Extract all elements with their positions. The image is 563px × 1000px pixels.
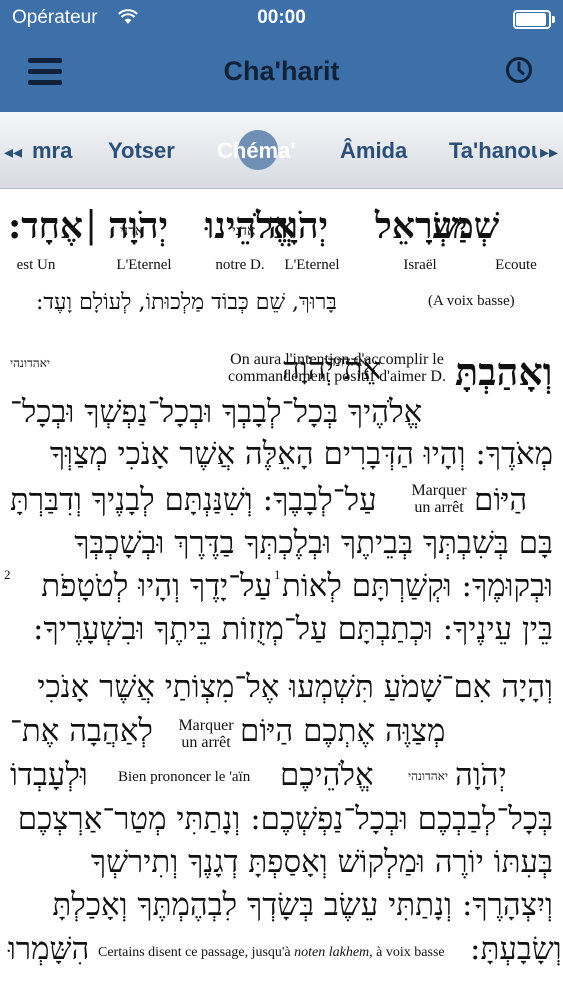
- translation: L'Eternel: [284, 257, 340, 273]
- translation: notre D.: [215, 257, 265, 273]
- divine-name-small: יאהדונהי: [10, 356, 51, 370]
- battery-level: [516, 13, 546, 26]
- ain-note: Bien prononcer le 'aïn: [118, 769, 251, 785]
- translation: L'Eternel: [116, 257, 172, 273]
- footnote-marker: 1: [274, 567, 281, 582]
- hebrew-word: אֶחָד:: [8, 205, 84, 247]
- prayer-text: שְׁמַע יִשְׂרָאֵל יְהֹוָה אדני אֱלֹהֵינו…: [0, 189, 563, 1000]
- tab-yotser[interactable]: Yotser: [108, 138, 175, 164]
- text-line: מְאֹדֶךָ: וְהָיוּ הַדְּבָרִים הָאֵלֶּה א…: [49, 436, 553, 472]
- clock-time: 00:00: [257, 7, 306, 28]
- hebrew-word: אֱלֹהֵינוּ: [205, 205, 297, 247]
- text-line: וּבְקוּמֶךָ: וּקְשַׁרְתָּם לְאוֹת עַל־יָ…: [41, 568, 553, 604]
- status-bar: Opérateur 00:00: [0, 0, 563, 36]
- text-line: וּלְעָבְדוֹ: [10, 757, 88, 793]
- battery-icon: [513, 10, 555, 29]
- text-line: הִשָּׁמְרוּ: [8, 931, 90, 967]
- tab-amida[interactable]: Âmida: [340, 138, 407, 164]
- text-line: וְשָׂבָעְתָּ:: [470, 931, 562, 967]
- text-line: בְּעִתּוֹ יוֹרֶה וּמַלְקוֹשׁ וְאָסַפְתָּ…: [90, 844, 553, 880]
- stop-note: Marquer un arrêt: [178, 717, 234, 751]
- tab-tahanoun[interactable]: Ta'hanoun: [449, 138, 537, 164]
- text-line: הַיּוֹם: [474, 482, 528, 518]
- text-line: בֵּין עֵינֶיךָ: וּכְתַבְתָּם עַל־מְזֻזוֹ…: [33, 611, 553, 647]
- voice-note: Certains disent ce passage, jusqu'à note…: [98, 945, 445, 960]
- translation: est Un: [16, 257, 56, 273]
- footnote-marker: 2: [4, 567, 11, 582]
- tab-amida-prev[interactable]: mra: [32, 138, 72, 164]
- section-tabs: ◂◂ mra Yotser Chéma' Âmida Ta'hanoun ▸▸: [0, 112, 563, 189]
- scroll-right-icon[interactable]: ▸▸: [540, 142, 558, 163]
- divine-name-small: אדני: [120, 223, 144, 239]
- text-line: וְיִצְהָרֶךָ: וְנָתַתִּי עֵשֶׂב בְּשָׂדְ…: [52, 887, 553, 923]
- scroll-left-icon[interactable]: ◂◂: [4, 142, 22, 163]
- text-line: מְצַוֶּה אֶתְכֶם הַיּוֹם: [240, 713, 446, 749]
- baruch-shem-line: בָּרוּךְ, שֵׁם כְּבוֹד מַלְכוּתוֹ, לְעוֹ…: [36, 290, 337, 315]
- text-line: עַל־לְבָבֶךָ: וְשִׁנַּנְתָּם לְבָנֶיךָ ו…: [10, 482, 377, 518]
- hebrew-word: יִשְׂרָאֵל: [375, 205, 468, 247]
- text-line: יְהֹוָה: [455, 757, 507, 793]
- page-title: Cha'harit: [223, 56, 340, 86]
- text-line: לְאַהֲבָה אֶת־: [10, 713, 153, 749]
- text-line: בְּכָל־לְבַבְכֶם וּבְכָל־נַפְשְׁכֶם: וְנ…: [17, 801, 553, 837]
- stop-note: Marquer un arrêt: [411, 482, 467, 516]
- veahavta-first-word: וְאָהַבְתָּ: [455, 349, 553, 394]
- divine-name-small: יאהדונהי: [408, 769, 449, 783]
- text-line: וְהָיָה אִם־שָׁמֹעַ תִּשְׁמְעוּ אֶל־מִצְ…: [37, 669, 553, 705]
- text-line: בָּם בְּשִׁבְתְּךָ בְּבֵיתֶךָ וּבְלֶכְתְ…: [74, 525, 553, 561]
- clock-icon[interactable]: [505, 56, 533, 84]
- voice-note: (A voix basse): [428, 293, 515, 309]
- text-line: אֱלֹהֵיכֶם: [280, 757, 374, 793]
- translation: Israël: [403, 257, 437, 273]
- intention-note: On aura l'intention d'accomplir le comma…: [228, 351, 446, 385]
- tab-chema[interactable]: Chéma': [217, 138, 296, 164]
- navigation-bar: Cha'harit: [0, 36, 563, 112]
- separator: |: [85, 205, 98, 246]
- translation: Ecoute: [495, 257, 537, 273]
- text-line: אֱלֹהֶיךָ בְּכָל־לְבָבְךָ וּבְכָל־נַפְשְ…: [10, 394, 423, 430]
